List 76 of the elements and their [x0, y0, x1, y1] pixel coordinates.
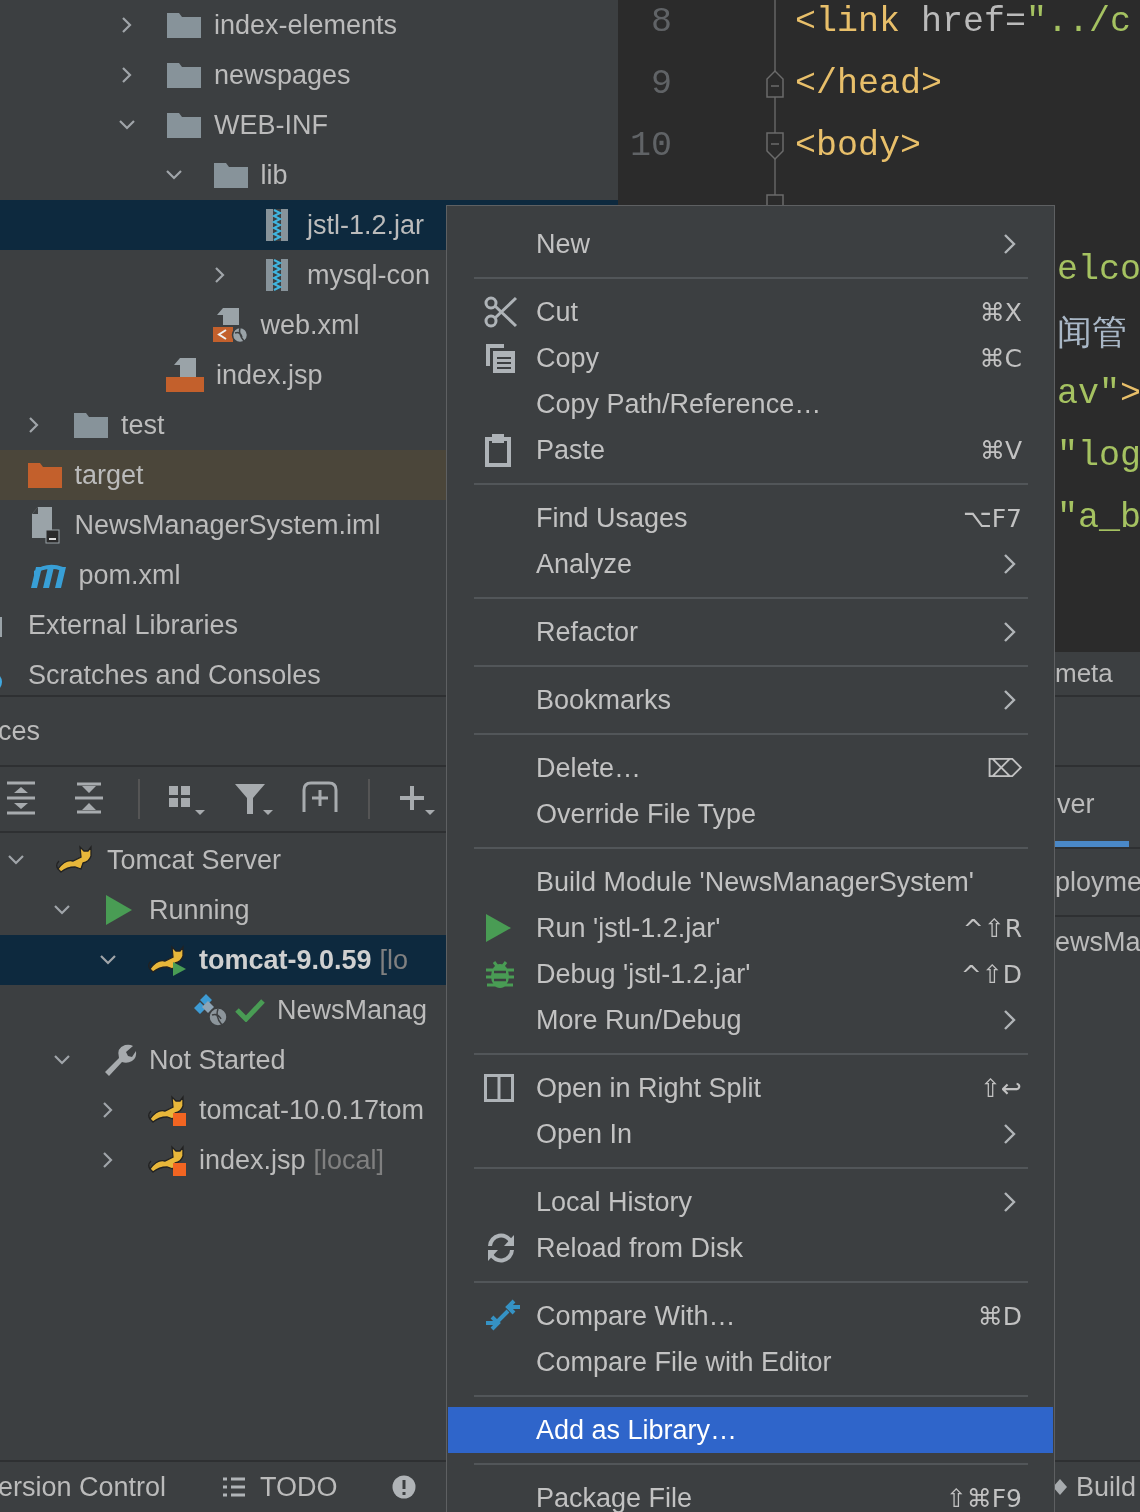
- code-line: "a_b: [1057, 498, 1140, 538]
- code-line: </head>: [795, 64, 943, 104]
- cat-icon: [147, 1093, 187, 1127]
- split-view-icon: [484, 1074, 514, 1102]
- menu-item[interactable]: Analyze: [448, 541, 1053, 587]
- xml-file-icon: [212, 307, 249, 343]
- checkmark-icon: [235, 998, 265, 1022]
- folder-icon: [26, 461, 63, 489]
- folder-icon: [166, 111, 202, 139]
- shortcut-text: ⌦: [986, 753, 1022, 783]
- tool-window-button[interactable]: ersion Control: [0, 1467, 167, 1507]
- archive-icon: [265, 208, 289, 242]
- tree-item[interactable]: lib: [0, 150, 618, 200]
- shortcut-text: ⌥F7: [962, 503, 1022, 533]
- shortcut-text: ⌘X: [979, 297, 1022, 327]
- menu-item[interactable]: More Run/Debug: [448, 997, 1053, 1043]
- tree-item[interactable]: newspages: [0, 50, 618, 100]
- cat-icon: [147, 943, 187, 977]
- panel-title: ces: [0, 715, 41, 747]
- shortcut-text: ⇧↩: [980, 1073, 1022, 1103]
- scissors-icon: [484, 296, 518, 328]
- fold-marker-icon[interactable]: [765, 131, 785, 161]
- folder-icon: [166, 11, 202, 39]
- code-line: 闻管: [1057, 310, 1127, 354]
- code-line: elco: [1057, 250, 1140, 290]
- shortcut-text: ⌘V: [979, 435, 1022, 465]
- editor-tab[interactable]: meta: [1055, 658, 1113, 689]
- list-item[interactable]: ployme: [1055, 866, 1140, 898]
- shortcut-text: ^⇧D: [960, 959, 1022, 989]
- list-icon: [222, 1476, 247, 1498]
- line-number: 10: [629, 126, 672, 166]
- jsp-file-icon: [166, 357, 204, 393]
- tree-item[interactable]: index-elements: [0, 0, 618, 50]
- menu-item[interactable]: Reload from Disk: [448, 1225, 1053, 1271]
- list-item[interactable]: ewsMa: [1055, 926, 1140, 958]
- menu-item[interactable]: Copy Path/Reference…: [448, 381, 1053, 427]
- line-number: 8: [650, 2, 672, 42]
- menu-item[interactable]: Local History: [448, 1179, 1053, 1225]
- menu-item[interactable]: Copy ⌘C: [448, 335, 1053, 381]
- archive-icon: [265, 258, 289, 292]
- code-line: <body>: [795, 126, 922, 166]
- module-file-icon: [29, 506, 60, 544]
- menu-item[interactable]: Override File Type: [448, 791, 1053, 837]
- menu-item[interactable]: Add as Library…: [448, 1407, 1053, 1453]
- tree-item[interactable]: WEB-INF: [0, 100, 618, 150]
- tool-window-button[interactable]: TODO: [260, 1467, 338, 1507]
- menu-item[interactable]: Open in Right Split ⇧↩: [448, 1065, 1053, 1111]
- menu-item[interactable]: Delete… ⌦: [448, 745, 1053, 791]
- tool-window-button[interactable]: Build: [1076, 1467, 1137, 1507]
- code-line: "log: [1057, 436, 1140, 476]
- shortcut-text: ⇧⌘F9: [945, 1483, 1022, 1512]
- menu-item[interactable]: Build Module 'NewsManagerSystem': [448, 859, 1053, 905]
- folder-icon: [73, 411, 109, 439]
- line-number: 9: [650, 64, 672, 104]
- copy-icon: [484, 342, 516, 374]
- clipboard-icon: [484, 433, 512, 467]
- shortcut-text: ^⇧R: [962, 913, 1022, 943]
- menu-item[interactable]: Cut ⌘X: [448, 289, 1053, 335]
- play-icon: [104, 894, 134, 926]
- warning-icon: [391, 1475, 416, 1499]
- code-line: <link href="../c: [795, 2, 1132, 42]
- shortcut-text: ⌘D: [977, 1301, 1022, 1331]
- fold-marker-icon[interactable]: [765, 69, 785, 99]
- bug-icon: [484, 958, 516, 990]
- menu-item[interactable]: Compare File with Editor: [448, 1339, 1053, 1385]
- menu-item[interactable]: Package File ⇧⌘F9: [448, 1475, 1053, 1512]
- shortcut-text: ⌘C: [979, 343, 1022, 373]
- play-icon: [484, 913, 512, 943]
- menu-item[interactable]: Bookmarks: [448, 677, 1053, 723]
- menu-item[interactable]: Open In: [448, 1111, 1053, 1157]
- cat-icon: [147, 1143, 187, 1177]
- folder-icon: [166, 61, 202, 89]
- menu-item[interactable]: Refactor: [448, 609, 1053, 655]
- folder-icon: [212, 161, 249, 189]
- code-line: av">: [1057, 374, 1140, 414]
- menu-item[interactable]: Compare With… ⌘D: [448, 1293, 1053, 1339]
